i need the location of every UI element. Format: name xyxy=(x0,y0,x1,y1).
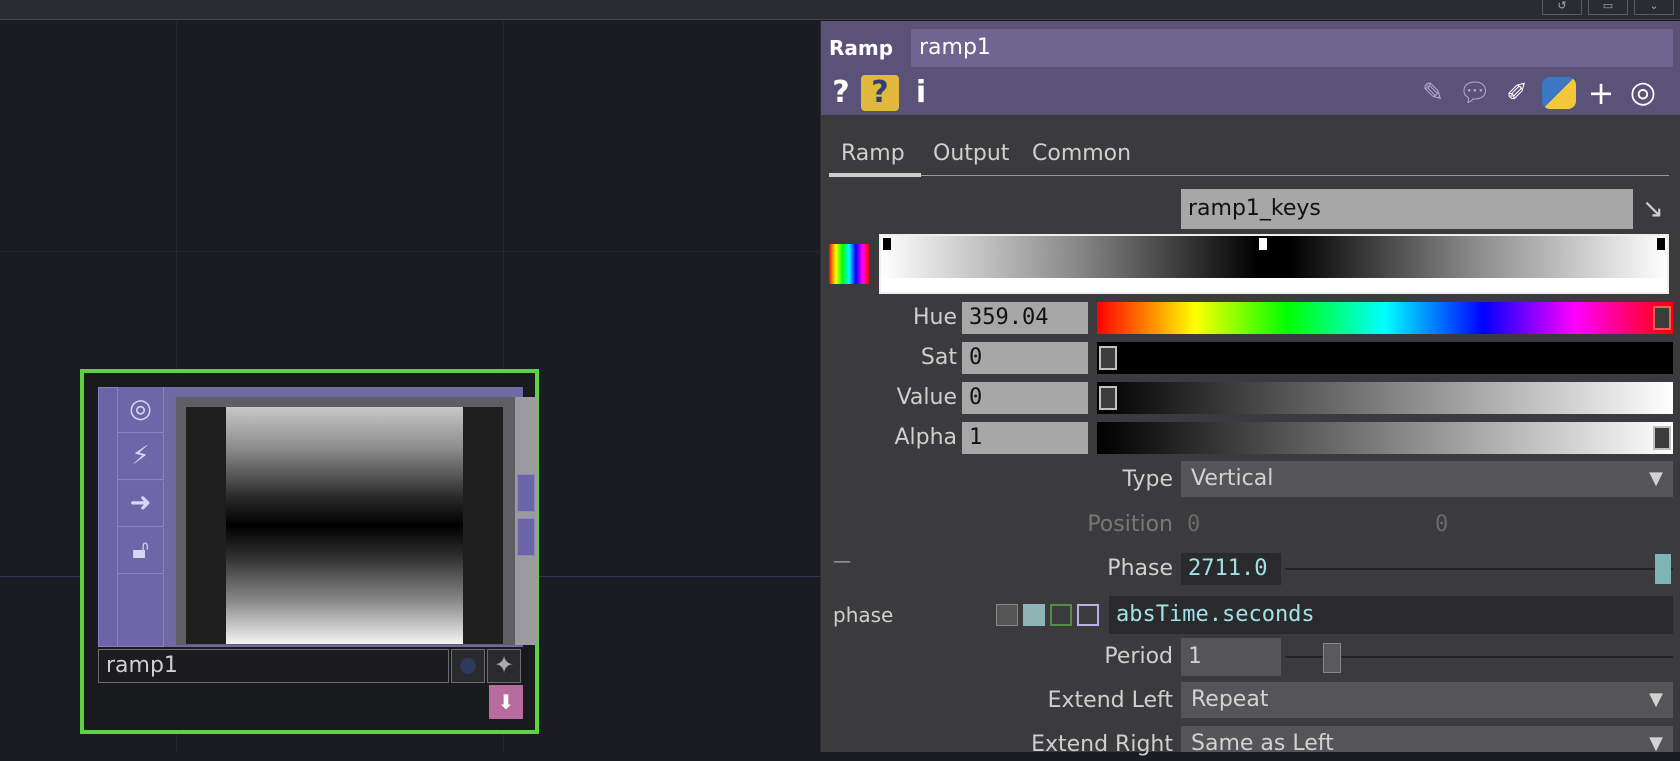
sat-field[interactable]: 0 xyxy=(962,342,1088,374)
type-label: Type xyxy=(1122,467,1173,492)
slider-handle[interactable] xyxy=(1653,306,1671,330)
alpha-label: Alpha xyxy=(894,425,957,450)
ramp-key-handle[interactable] xyxy=(883,238,891,250)
tab-common[interactable]: Common xyxy=(1020,139,1143,169)
tab-active-indicator xyxy=(829,173,921,177)
chevron-down-icon: ▼ xyxy=(1649,689,1663,710)
mode-bind-icon[interactable] xyxy=(1077,604,1099,626)
mode-export-icon[interactable] xyxy=(1050,604,1072,626)
ramp-key-handle[interactable] xyxy=(1259,238,1267,250)
extend-right-label: Extend Right xyxy=(1031,732,1173,757)
tab-divider xyxy=(829,175,1669,176)
operator-name-field[interactable]: ramp1 xyxy=(911,29,1673,67)
period-label: Period xyxy=(1104,644,1173,669)
ramp-key-handle[interactable] xyxy=(1657,238,1665,250)
type-value: Vertical xyxy=(1191,466,1274,491)
phase-expression-label: phase xyxy=(833,603,894,627)
arrow-icon[interactable]: ↘ xyxy=(1633,191,1673,227)
dat-field[interactable]: ramp1_keys xyxy=(1181,189,1633,229)
node-dot-button[interactable] xyxy=(451,649,485,683)
phase-label: Phase xyxy=(1107,556,1173,581)
python-help-icon[interactable]: ? xyxy=(861,75,899,111)
hue-field[interactable]: 359.04 xyxy=(962,302,1088,334)
chevron-down-icon: ▼ xyxy=(1649,468,1663,489)
phase-slider[interactable] xyxy=(1285,568,1673,570)
hue-label: Hue xyxy=(912,305,957,330)
value-label: Value xyxy=(896,385,957,410)
extend-right-menu[interactable]: Same as Left ▼ xyxy=(1181,726,1673,752)
palette-icon[interactable] xyxy=(829,244,869,284)
extend-left-label: Extend Left xyxy=(1047,688,1173,713)
sat-label: Sat xyxy=(920,345,957,370)
extend-left-menu[interactable]: Repeat ▼ xyxy=(1181,682,1673,718)
ramp-node[interactable]: ◎ ⚡ ➜ 🔓︎ ramp1 ✦ ⬇ xyxy=(80,369,539,734)
phase-field[interactable]: 2711.0 xyxy=(1181,553,1281,585)
comment-icon[interactable]: 💬︎ xyxy=(1455,75,1495,111)
arrow-right-icon[interactable]: ➜ xyxy=(118,481,164,527)
parameter-panel: Ramp ramp1 ? ? i ✎ 💬︎ ✐ + ◎ Ramp Output … xyxy=(820,21,1680,757)
output-connector[interactable] xyxy=(517,474,535,512)
position-y[interactable]: 0 xyxy=(1435,509,1448,541)
lock-icon[interactable]: 🔓︎ xyxy=(118,528,164,574)
flag-empty xyxy=(118,575,164,647)
extend-left-value: Repeat xyxy=(1191,687,1269,712)
bypass-icon[interactable]: ⚡ xyxy=(118,434,164,480)
refresh-icon[interactable]: ↺ xyxy=(1542,0,1582,15)
mode-constant-icon[interactable] xyxy=(996,604,1018,626)
ramp-editor[interactable] xyxy=(879,234,1669,294)
info-icon[interactable]: i xyxy=(905,75,937,111)
period-field[interactable]: 1 xyxy=(1181,638,1281,676)
node-name[interactable]: ramp1 xyxy=(98,649,449,683)
node-input-strip xyxy=(98,387,118,647)
hue-slider[interactable] xyxy=(1097,302,1673,334)
value-field[interactable]: 0 xyxy=(962,382,1088,414)
viewer-target-icon[interactable]: ◎ xyxy=(118,387,164,433)
title-bar: ↺ ▭ ⌄ xyxy=(0,0,1680,20)
python-logo xyxy=(1542,77,1576,109)
pencil-icon[interactable]: ✎ xyxy=(1413,75,1453,111)
extend-right-value: Same as Left xyxy=(1191,731,1334,752)
target-icon[interactable]: ◎ xyxy=(1623,75,1663,111)
period-slider[interactable] xyxy=(1285,656,1673,658)
chevron-down-icon: ▼ xyxy=(1649,733,1663,752)
collapse-icon[interactable]: ⌄ xyxy=(1634,0,1674,15)
tab-output[interactable]: Output xyxy=(921,139,1021,169)
phase-expression-field[interactable]: absTime.seconds xyxy=(1109,596,1673,634)
panel-header: Ramp ramp1 ? ? i ✎ 💬︎ ✐ + ◎ xyxy=(821,21,1680,115)
python-icon[interactable] xyxy=(1539,75,1579,111)
mode-expression-icon[interactable] xyxy=(1023,604,1045,626)
slider-handle[interactable] xyxy=(1099,386,1117,410)
clipboard-icon[interactable]: ✐ xyxy=(1497,75,1537,111)
ramp-gradient xyxy=(881,236,1667,278)
slider-handle[interactable] xyxy=(1323,643,1341,673)
position-x[interactable]: 0 xyxy=(1187,509,1200,541)
type-menu[interactable]: Vertical ▼ xyxy=(1181,461,1673,497)
output-connector[interactable] xyxy=(517,518,535,556)
position-label: Position xyxy=(1087,512,1173,537)
slider-handle[interactable] xyxy=(1653,426,1671,450)
alpha-field[interactable]: 1 xyxy=(962,422,1088,454)
node-body: ◎ ⚡ ➜ 🔓︎ xyxy=(98,387,537,647)
operator-type: Ramp xyxy=(829,36,894,60)
sparkle-icon[interactable]: ✦ xyxy=(487,649,521,683)
help-icon[interactable]: ? xyxy=(825,75,857,111)
collapse-icon[interactable]: — xyxy=(833,551,851,572)
value-slider[interactable] xyxy=(1097,382,1673,414)
grid-line xyxy=(0,251,820,252)
alpha-slider[interactable] xyxy=(1097,422,1673,454)
network-editor[interactable]: ◎ ⚡ ➜ 🔓︎ ramp1 ✦ ⬇ xyxy=(0,21,820,752)
slider-handle[interactable] xyxy=(1099,346,1117,370)
sat-slider[interactable] xyxy=(1097,342,1673,374)
dot-icon xyxy=(460,658,476,674)
tab-ramp[interactable]: Ramp xyxy=(829,139,917,169)
download-icon[interactable]: ⬇ xyxy=(489,685,523,719)
slider-handle[interactable] xyxy=(1655,554,1671,584)
ramp-preview xyxy=(226,407,463,644)
add-icon[interactable]: + xyxy=(1581,75,1621,111)
maximize-icon[interactable]: ▭ xyxy=(1588,0,1628,15)
